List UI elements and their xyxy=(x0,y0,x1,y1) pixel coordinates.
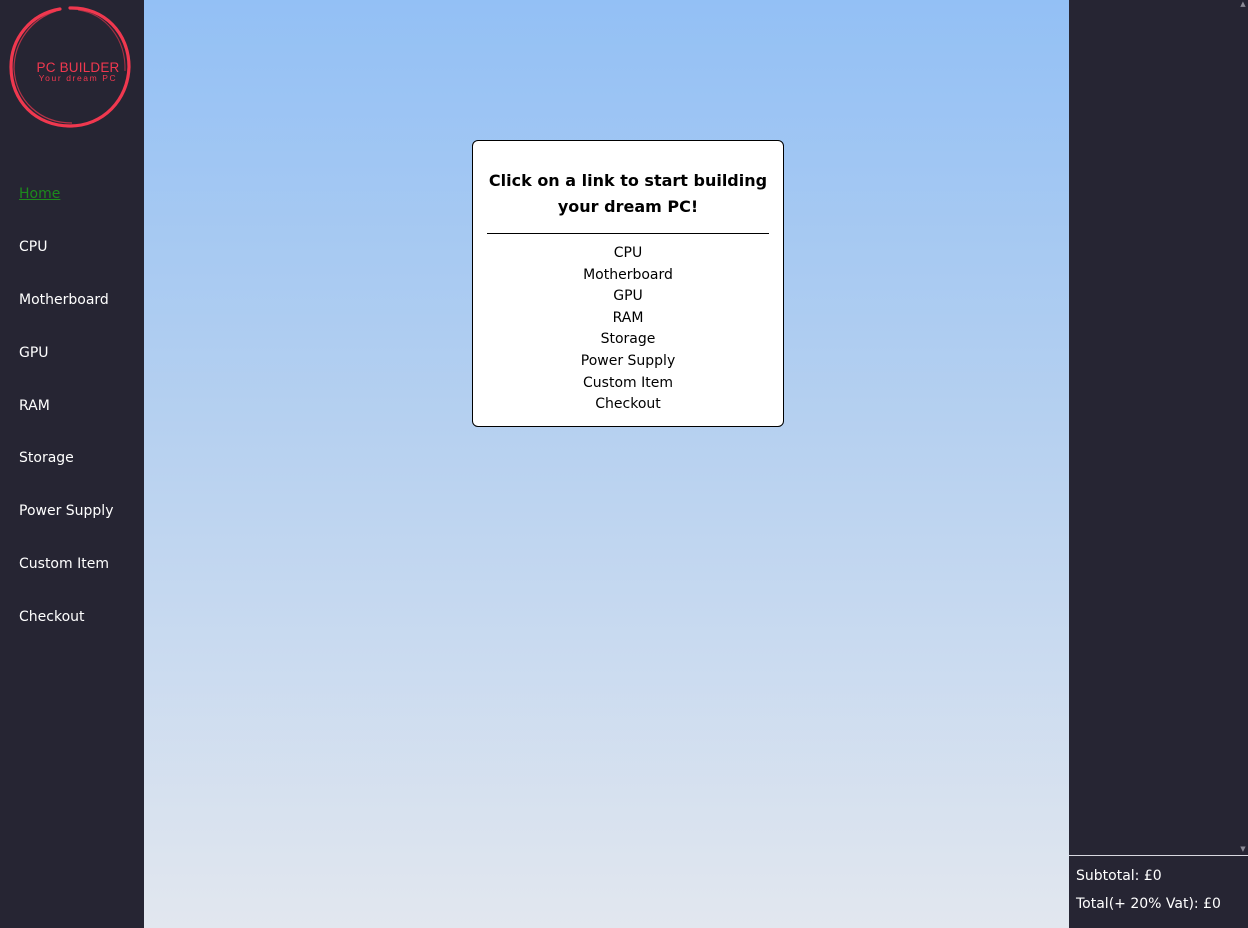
scroll-up-icon[interactable]: ▲ xyxy=(1239,0,1247,8)
sidebar-item-cpu[interactable]: CPU xyxy=(19,238,114,291)
quick-links: CPU Motherboard GPU RAM Storage Power Su… xyxy=(473,243,783,416)
sidebar-item-home[interactable]: Home xyxy=(19,185,114,238)
cart-panel: ▲ ▼ Subtotal: £0 Total(+ 20% Vat): £0 xyxy=(1069,0,1248,928)
welcome-card: Click on a link to start building your d… xyxy=(472,140,784,427)
quick-link-custom-item[interactable]: Custom Item xyxy=(473,373,783,395)
scroll-down-icon[interactable]: ▼ xyxy=(1239,845,1247,853)
quick-link-checkout[interactable]: Checkout xyxy=(473,394,783,416)
welcome-heading: Click on a link to start building your d… xyxy=(488,171,768,216)
quick-link-motherboard[interactable]: Motherboard xyxy=(473,265,783,287)
cart-scrollbar[interactable]: ▲ ▼ xyxy=(1238,0,1248,855)
sidebar-item-checkout[interactable]: Checkout xyxy=(19,608,114,661)
heading-divider xyxy=(487,233,769,234)
brand-tagline: Your dream PC xyxy=(38,73,118,83)
cart-items-list[interactable] xyxy=(1069,0,1248,855)
sidebar-item-ram[interactable]: RAM xyxy=(19,397,114,450)
quick-link-storage[interactable]: Storage xyxy=(473,329,783,351)
sidebar-nav: Home CPU Motherboard GPU RAM Storage Pow… xyxy=(19,185,114,661)
sidebar-item-motherboard[interactable]: Motherboard xyxy=(19,291,114,344)
sidebar: PC BUILDER Your dream PC Home CPU Mother… xyxy=(0,0,144,928)
quick-link-power-supply[interactable]: Power Supply xyxy=(473,351,783,373)
sidebar-item-custom-item[interactable]: Custom Item xyxy=(19,555,114,608)
cart-subtotal: Subtotal: £0 xyxy=(1076,868,1162,884)
quick-link-gpu[interactable]: GPU xyxy=(473,286,783,308)
cart-divider xyxy=(1069,855,1248,856)
brand-logo[interactable]: PC BUILDER Your dream PC xyxy=(8,5,132,129)
cart-total: Total(+ 20% Vat): £0 xyxy=(1076,896,1221,912)
quick-link-cpu[interactable]: CPU xyxy=(473,243,783,265)
app-root: PC BUILDER Your dream PC Home CPU Mother… xyxy=(0,0,1248,928)
main-content: Click on a link to start building your d… xyxy=(144,0,1069,928)
sidebar-item-power-supply[interactable]: Power Supply xyxy=(19,502,114,555)
sidebar-item-storage[interactable]: Storage xyxy=(19,449,114,502)
quick-link-ram[interactable]: RAM xyxy=(473,308,783,330)
sidebar-item-gpu[interactable]: GPU xyxy=(19,344,114,397)
